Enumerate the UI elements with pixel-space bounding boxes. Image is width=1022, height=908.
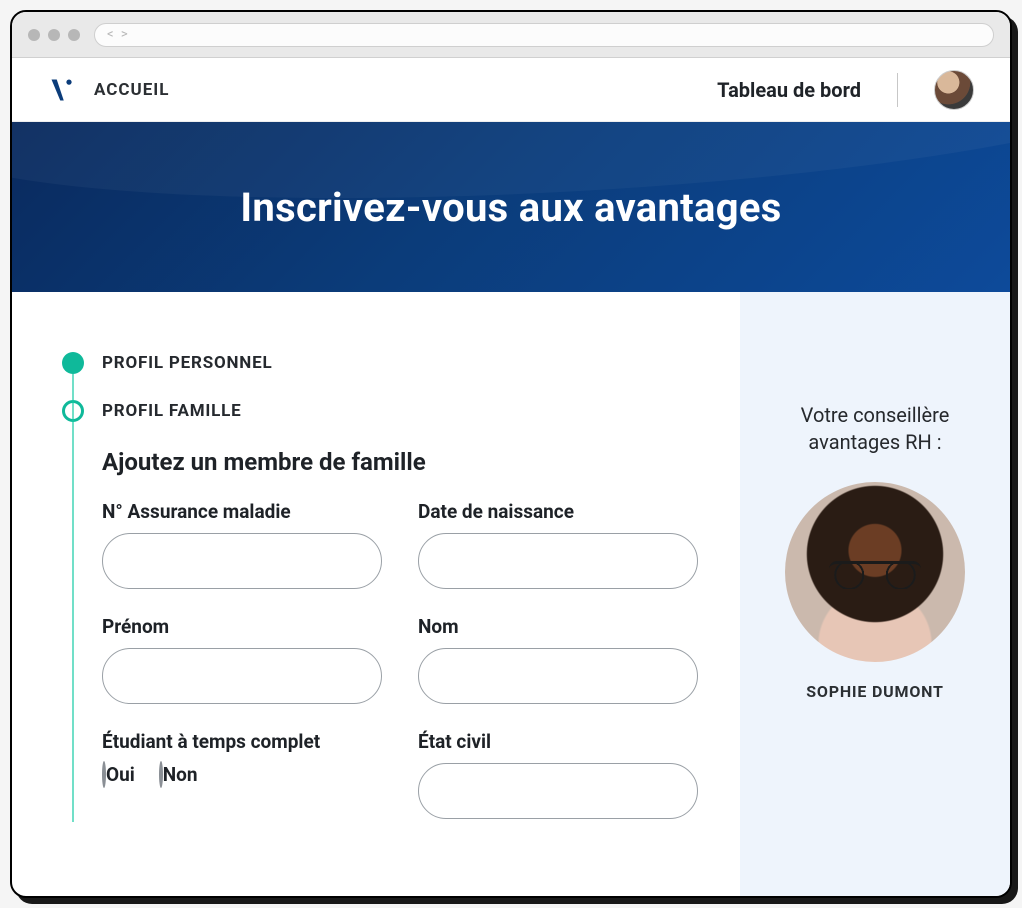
nav-dashboard-link[interactable]: Tableau de bord — [717, 78, 861, 102]
advisor-name: SOPHIE DUMONT — [764, 682, 986, 701]
hero-banner: Inscrivez-vous aux avantages — [12, 122, 1010, 292]
radio-student-yes[interactable]: Oui — [102, 763, 135, 786]
user-avatar[interactable] — [934, 70, 974, 110]
url-nav-icons: < > — [107, 27, 130, 42]
progress-steps: PROFIL PERSONNEL PROFIL FAMILLE — [62, 352, 710, 422]
url-bar[interactable]: < > — [94, 23, 994, 47]
browser-chrome: < > — [12, 12, 1010, 58]
step-label: PROFIL FAMILLE — [102, 401, 242, 421]
input-marital-status[interactable] — [418, 763, 698, 819]
field-birthdate: Date de naissance — [418, 500, 698, 589]
label-lastname: Nom — [418, 615, 698, 638]
field-health-insurance: N° Assurance maladie — [102, 500, 382, 589]
app-window: < > ACCUEIL Tableau de bord Inscrivez-vo… — [10, 10, 1012, 898]
label-firstname: Prénom — [102, 615, 382, 638]
brand-logo-icon[interactable] — [48, 76, 76, 104]
advisor-photo — [785, 482, 965, 662]
main-column: PROFIL PERSONNEL PROFIL FAMILLE Ajoutez … — [12, 292, 740, 896]
radio-label: Non — [163, 763, 198, 786]
top-nav: ACCUEIL Tableau de bord — [12, 58, 1010, 122]
label-fulltime-student: Étudiant à temps complet — [102, 730, 382, 753]
radio-label: Oui — [106, 763, 135, 786]
step-label: PROFIL PERSONNEL — [102, 353, 272, 373]
nav-divider — [897, 73, 898, 107]
input-firstname[interactable] — [102, 648, 382, 704]
window-dot[interactable] — [48, 29, 60, 41]
field-lastname: Nom — [418, 615, 698, 704]
field-firstname: Prénom — [102, 615, 382, 704]
step-connector — [72, 374, 74, 822]
field-fulltime-student: Étudiant à temps complet Oui Non — [102, 730, 382, 819]
step-bullet-done-icon — [62, 352, 84, 374]
label-birthdate: Date de naissance — [418, 500, 698, 523]
family-member-form: N° Assurance maladie Date de naissance P… — [102, 500, 710, 819]
page-title: Inscrivez-vous aux avantages — [240, 184, 781, 231]
step-personal-profile[interactable]: PROFIL PERSONNEL — [62, 352, 710, 374]
step-family-profile[interactable]: PROFIL FAMILLE — [62, 400, 710, 422]
section-title: Ajoutez un membre de famille — [102, 448, 710, 476]
input-birthdate[interactable] — [418, 533, 698, 589]
window-dot[interactable] — [68, 29, 80, 41]
label-health-insurance: N° Assurance maladie — [102, 500, 382, 523]
advisor-panel: Votre conseillère avantages RH : SOPHIE … — [740, 292, 1010, 896]
input-health-insurance[interactable] — [102, 533, 382, 589]
window-controls[interactable] — [28, 29, 80, 41]
content: PROFIL PERSONNEL PROFIL FAMILLE Ajoutez … — [12, 292, 1010, 896]
input-lastname[interactable] — [418, 648, 698, 704]
nav-home-link[interactable]: ACCUEIL — [94, 80, 169, 100]
radio-student-no[interactable]: Non — [159, 763, 198, 786]
label-marital-status: État civil — [418, 730, 698, 753]
advisor-panel-title: Votre conseillère avantages RH : — [764, 402, 986, 456]
field-marital-status: État civil — [418, 730, 698, 819]
window-dot[interactable] — [28, 29, 40, 41]
